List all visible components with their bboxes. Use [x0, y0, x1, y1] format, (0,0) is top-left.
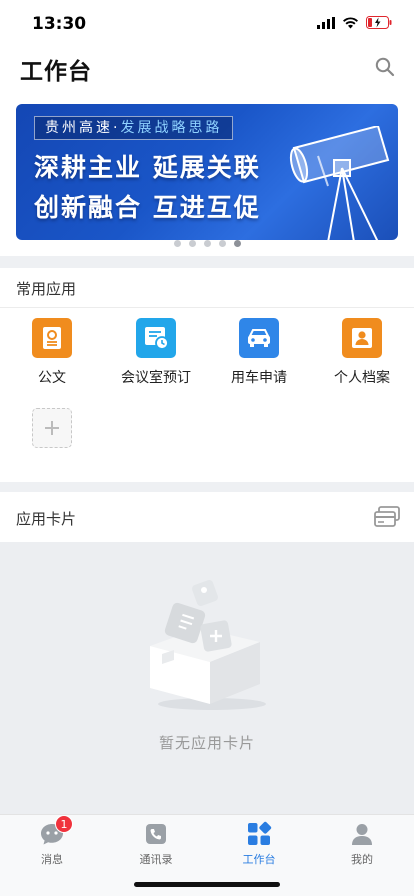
bottom-tab-bar: 1 消息 通讯录 工作台 我的: [0, 814, 414, 896]
tab-messages[interactable]: 1 消息: [0, 815, 104, 867]
home-indicator: [134, 882, 280, 887]
promo-banner[interactable]: 贵州高速·发展战略思路 深耕主业 延展关联 创新融合 互进互促: [16, 104, 398, 240]
plus-icon: [45, 421, 59, 435]
pagination-dot[interactable]: [188, 240, 196, 247]
pagination-dot-active[interactable]: [233, 240, 241, 247]
tab-label: 我的: [351, 853, 373, 866]
pagination-dot[interactable]: [218, 240, 226, 247]
tab-workbench[interactable]: 工作台: [207, 821, 311, 867]
unread-badge: 1: [55, 815, 73, 833]
message-icon: 1: [39, 815, 73, 847]
tab-label: 通讯录: [139, 853, 173, 866]
page-title: 工作台: [20, 59, 92, 85]
app-label: 会议室预订: [121, 370, 191, 386]
workbench-icon: [246, 821, 272, 847]
banner-area: 贵州高速·发展战略思路 深耕主业 延展关联 创新融合 互进互促: [0, 90, 414, 256]
status-icons: [317, 16, 392, 29]
tab-label: 消息: [41, 853, 63, 866]
app-document[interactable]: 公文: [0, 318, 104, 387]
banner-headline-1: 深耕主业 延展关联: [34, 153, 261, 182]
card-stack-icon[interactable]: [374, 506, 400, 528]
header: 工作台: [0, 48, 414, 90]
common-apps-title: 常用应用: [16, 280, 77, 298]
app-label: 用车申请: [231, 370, 287, 386]
app-label: 公文: [38, 370, 66, 386]
app-personal-profile[interactable]: 个人档案: [310, 318, 414, 387]
user-icon: [349, 821, 375, 847]
tab-contacts[interactable]: 通讯录: [104, 821, 208, 867]
contacts-icon: [143, 821, 169, 847]
banner-tag: 贵州高速·发展战略思路: [34, 116, 234, 140]
banner-tag-prefix: 贵州高速·: [45, 120, 121, 136]
app-meeting-room[interactable]: 会议室预订: [104, 318, 208, 387]
divider: [0, 307, 414, 308]
battery-charging-icon: [366, 16, 392, 29]
signal-icon: [317, 16, 335, 29]
profile-icon: [342, 318, 382, 358]
search-icon[interactable]: [374, 56, 396, 78]
common-apps-section: 常用应用 公文 会议室预订 用车申请 个人档案: [0, 268, 414, 482]
app-label: 个人档案: [334, 370, 390, 386]
wifi-icon: [343, 16, 358, 28]
app-cards-title: 应用卡片: [16, 510, 77, 528]
tab-label: 工作台: [242, 853, 276, 866]
telescope-icon: [289, 126, 390, 240]
empty-box-illustration: [150, 580, 266, 710]
tab-me[interactable]: 我的: [310, 821, 414, 867]
banner-tag-accent: 发展战略思路: [120, 120, 223, 136]
meeting-room-icon: [136, 318, 176, 358]
document-icon: [32, 318, 72, 358]
app-cards-empty-state: 暂无应用卡片: [0, 542, 414, 814]
banner-pagination: [0, 240, 414, 247]
pagination-dot[interactable]: [173, 240, 181, 247]
app-car-request[interactable]: 用车申请: [207, 318, 311, 387]
empty-state-text: 暂无应用卡片: [158, 734, 255, 752]
car-icon: [239, 318, 279, 358]
pagination-dot[interactable]: [203, 240, 211, 247]
banner-headline-2: 创新融合 互进互促: [34, 193, 261, 222]
app-cards-header: 应用卡片: [0, 492, 414, 542]
status-time: 13:30: [32, 14, 87, 34]
add-app-button[interactable]: [32, 408, 72, 448]
status-bar: 13:30: [0, 0, 414, 48]
